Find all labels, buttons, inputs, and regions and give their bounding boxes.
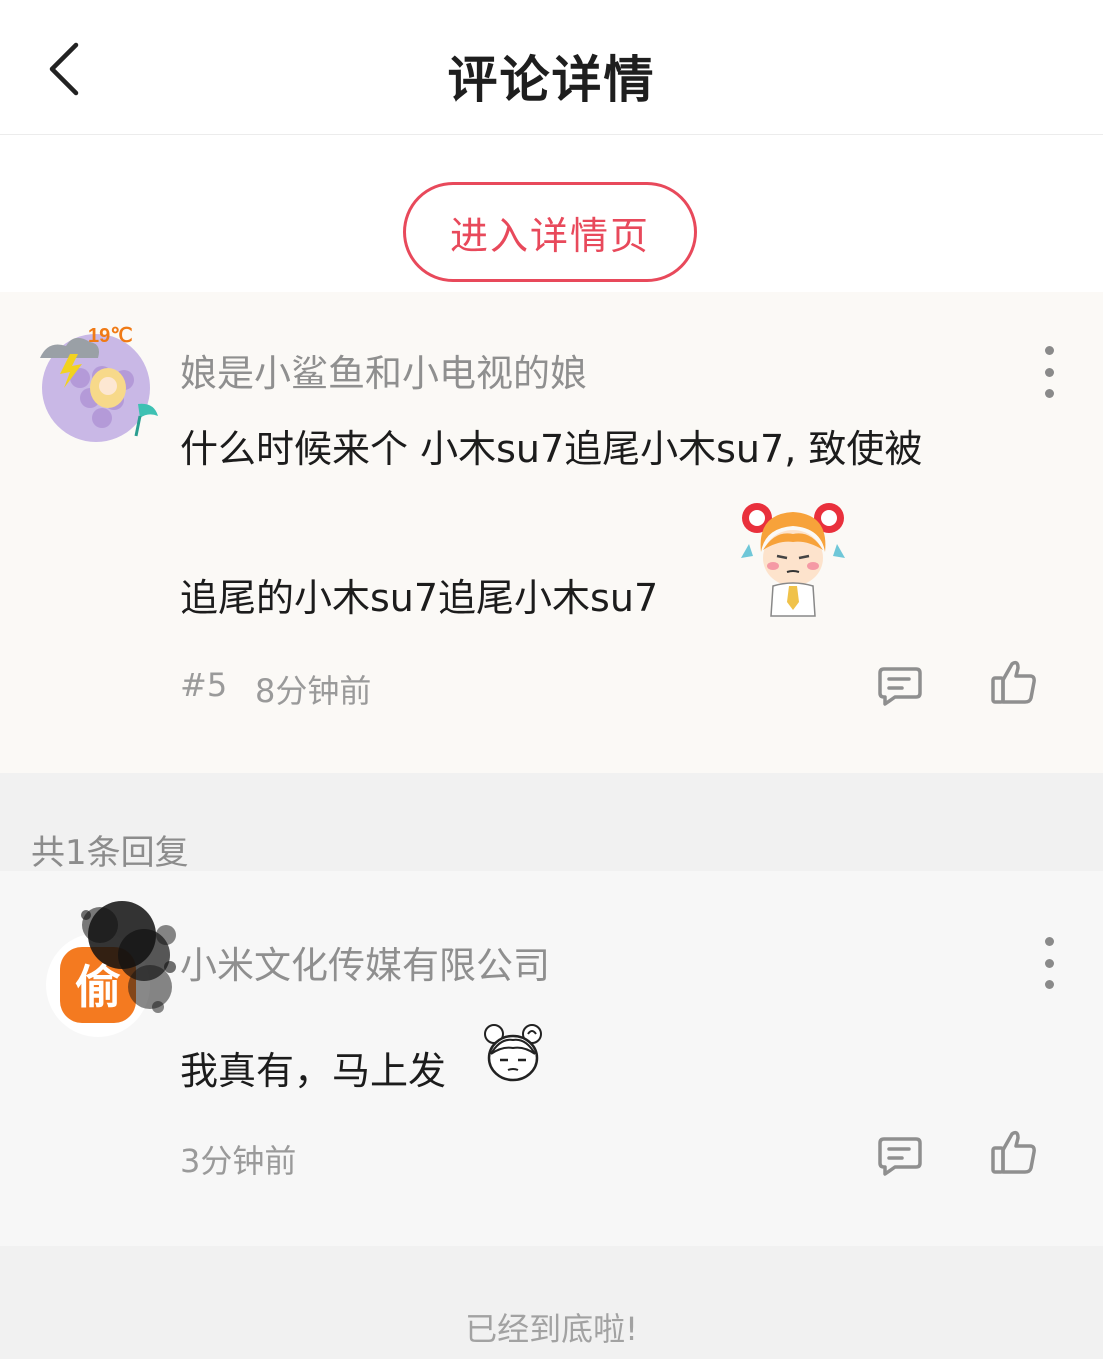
avatar-badge: 19℃ <box>88 325 133 347</box>
comment-time: 8分钟前 <box>255 672 372 710</box>
face-sticker <box>480 1020 546 1086</box>
reply-count: 共1条回复 <box>31 833 189 873</box>
comment-username[interactable]: 娘是小鲨鱼和小电视的娘 <box>180 343 587 397</box>
top-bar: 评论详情 <box>0 0 1103 135</box>
floor-number: #5 <box>180 666 228 704</box>
reply-text: 我真有，马上发 <box>180 1049 447 1093</box>
more-options-icon[interactable] <box>1034 346 1064 398</box>
avatar[interactable]: 偷 <box>40 895 185 1040</box>
enter-details-button[interactable]: 进入详情页 <box>403 182 697 282</box>
thumbs-up-icon <box>991 1130 1036 1174</box>
reply-button[interactable] <box>870 655 930 715</box>
comment-icon <box>878 667 922 706</box>
avatar-glyph: 偷 <box>75 960 121 1014</box>
page-title: 评论详情 <box>447 51 656 109</box>
like-button[interactable] <box>984 1122 1044 1182</box>
enter-details-strip: 进入详情页 <box>0 135 1103 292</box>
end-of-list-text: 已经到底啦! <box>465 1310 638 1348</box>
reply-username[interactable]: 小米文化传媒有限公司 <box>180 935 550 989</box>
comment-icon <box>878 1137 922 1176</box>
girl-sticker <box>735 500 850 620</box>
reply-button[interactable] <box>870 1125 930 1185</box>
more-options-icon[interactable] <box>1034 937 1064 989</box>
comment-text-line-2: 追尾的小木su7追尾小木su7 <box>180 576 659 620</box>
like-button[interactable] <box>984 652 1044 712</box>
reply-time: 3分钟前 <box>180 1142 297 1180</box>
avatar[interactable]: 19℃ <box>30 318 162 450</box>
thumbs-up-icon <box>991 660 1036 704</box>
comment-text-line-1: 什么时候来个 小木su7追尾小木su7, 致使被 <box>180 427 923 471</box>
comment-detail-page: 评论详情 进入详情页 19℃ 娘是小鲨鱼和小电视的娘 什么时候来个 小木su7追… <box>0 0 1103 1359</box>
